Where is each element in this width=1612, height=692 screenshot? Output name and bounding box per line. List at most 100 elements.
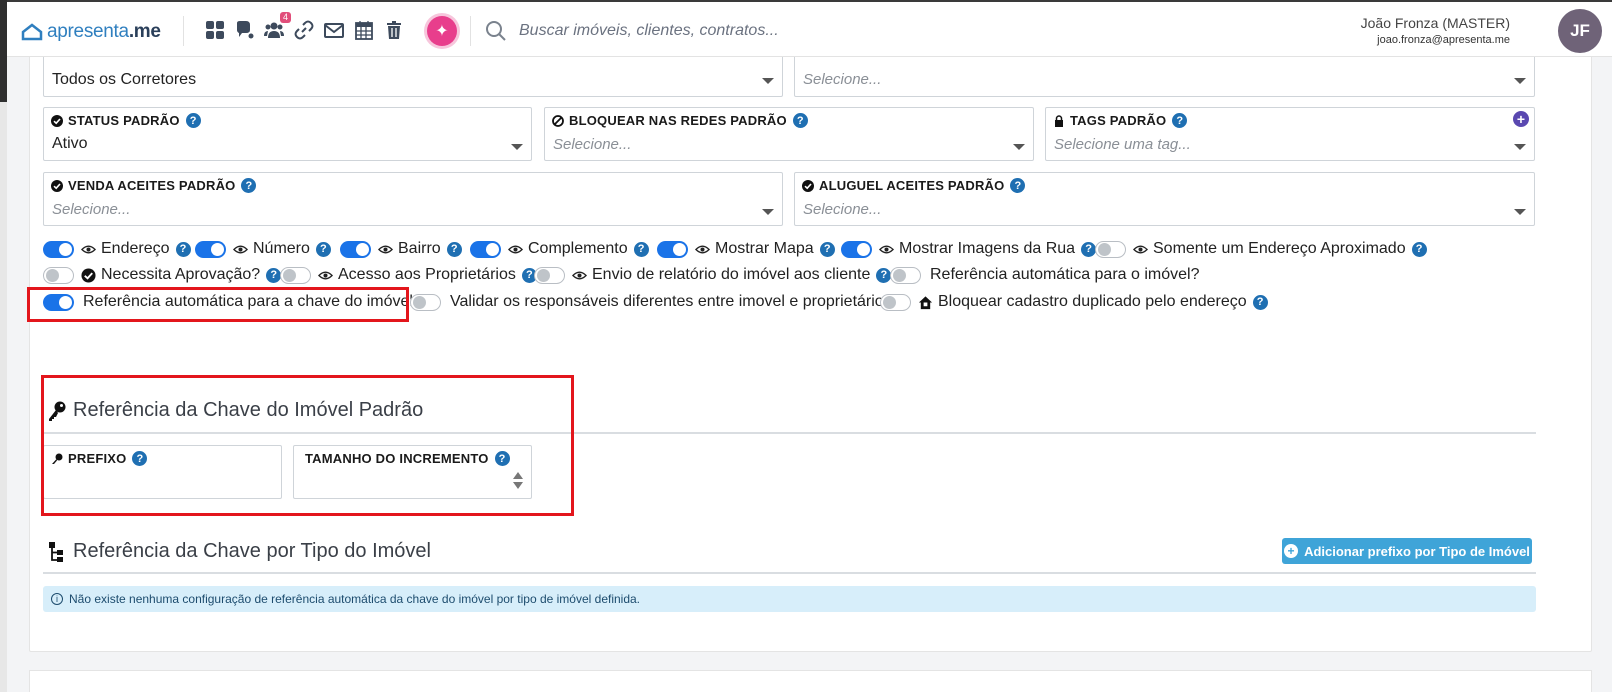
chevron-down-icon (1013, 144, 1025, 150)
help-icon[interactable]: ? (792, 113, 808, 128)
help-icon[interactable]: ? (1010, 178, 1026, 193)
help-icon[interactable]: ? (241, 178, 257, 193)
tags-padrao-placeholder: Selecione uma tag... (1054, 136, 1191, 153)
help-icon[interactable]: ? (1411, 241, 1427, 257)
add-prefix-button[interactable]: + Adicionar prefixo por Tipo de Imóvel (1282, 538, 1532, 564)
toggle-bloquear-duplicado[interactable]: Bloquear cadastro duplicado pelo endereç… (880, 293, 1268, 311)
switch[interactable] (534, 266, 565, 284)
help-icon[interactable]: ? (1081, 241, 1097, 257)
check-circle-icon (51, 114, 63, 127)
search-input[interactable] (519, 19, 939, 43)
brand-logo[interactable]: apresenta .me (21, 21, 161, 43)
chevron-down-icon (1514, 78, 1526, 84)
tags-padrao-select[interactable]: TAGS PADRÃO ? + Selecione uma tag... (1045, 107, 1535, 161)
divider (470, 16, 471, 46)
status-padrao-select[interactable]: STATUS PADRÃO ? Ativo (43, 107, 532, 161)
toggle-mostrar-mapa[interactable]: Mostrar Mapa ? (657, 240, 835, 258)
switch[interactable] (195, 240, 226, 258)
help-icon[interactable]: ? (266, 267, 282, 283)
help-icon[interactable]: ? (1172, 113, 1188, 128)
notification-badge: 4 (279, 12, 291, 23)
switch[interactable] (841, 240, 872, 258)
bloquear-redes-select[interactable]: BLOQUEAR NAS REDES PADRÃO ? Selecione... (544, 107, 1034, 161)
bloquear-redes-placeholder: Selecione... (553, 136, 632, 153)
divider (43, 572, 1536, 574)
toggle-label: Endereço (101, 240, 170, 257)
aluguel-aceites-label: ALUGUEL ACEITES PADRÃO ? (802, 178, 1026, 193)
toggle-numero[interactable]: Número ? (195, 240, 331, 258)
section-title-text: Referência da Chave por Tipo do Imóvel (73, 540, 431, 562)
toggle-complemento[interactable]: Complemento ? (470, 240, 649, 258)
toggle-referencia-imovel[interactable]: Referência automática para o imóvel? (890, 266, 1199, 284)
switch[interactable] (43, 266, 74, 284)
toggle-endereco-aproximado[interactable]: Somente um Endereço Aproximado ? (1095, 240, 1427, 258)
users-icon[interactable]: 4 (263, 12, 291, 41)
toggle-validar-responsaveis[interactable]: Validar os responsáveis diferentes entre… (410, 293, 893, 311)
magic-wand-button[interactable]: ✦ (427, 16, 457, 46)
toggle-label: Número (253, 240, 310, 257)
switch[interactable] (657, 240, 688, 258)
switch[interactable] (1095, 240, 1126, 258)
toggle-envio-relatorio[interactable]: Envio de relatório do imóvel aos cliente… (534, 266, 892, 284)
help-icon[interactable]: ? (1252, 294, 1268, 310)
search-icon[interactable] (485, 20, 507, 42)
switch[interactable] (470, 240, 501, 258)
section-title-chave-tipo: Referência da Chave por Tipo do Imóvel (47, 540, 431, 563)
help-icon[interactable]: ? (315, 241, 331, 257)
chevron-down-icon (511, 144, 523, 150)
home-lock-icon (918, 295, 933, 309)
toggle-label: Complemento (528, 240, 628, 257)
eye-icon (879, 245, 894, 253)
help-icon[interactable]: ? (175, 241, 191, 257)
add-tag-icon[interactable]: + (1513, 111, 1529, 127)
lock-icon (1055, 114, 1063, 127)
toggle-endereco[interactable]: Endereço ? (43, 240, 191, 258)
user-email: joao.fronza@apresenta.me (1377, 34, 1510, 46)
left-strip-dark (0, 0, 7, 102)
help-icon[interactable]: ? (633, 241, 649, 257)
toggle-bairro[interactable]: Bairro ? (340, 240, 462, 258)
link-icon[interactable] (293, 19, 315, 41)
trash-icon[interactable] (383, 19, 405, 41)
chat-icon[interactable] (233, 19, 255, 41)
switch[interactable] (340, 240, 371, 258)
eye-icon (318, 271, 333, 279)
switch[interactable] (410, 293, 441, 311)
avatar[interactable]: JF (1558, 9, 1602, 53)
switch[interactable] (43, 240, 74, 258)
switch[interactable] (280, 266, 311, 284)
switch[interactable] (880, 293, 911, 311)
toggle-label: Mostrar Imagens da Rua (899, 240, 1076, 257)
mail-icon[interactable] (323, 19, 345, 41)
next-card (29, 670, 1592, 692)
venda-aceites-select[interactable]: VENDA ACEITES PADRÃO ? Selecione... (43, 172, 783, 226)
calendar-icon[interactable] (353, 19, 375, 41)
info-alert: i Não existe nenhuma configuração de ref… (43, 586, 1536, 612)
comments-icon (237, 21, 254, 39)
eye-icon (378, 245, 393, 253)
eye-icon (508, 245, 523, 253)
toggle-label: Acesso aos Proprietários (338, 266, 516, 283)
sitemap-icon (49, 541, 63, 562)
help-icon[interactable]: ? (185, 113, 201, 128)
toggle-label: Envio de relatório do imóvel aos cliente (592, 266, 871, 283)
toggle-label: Somente um Endereço Aproximado (1153, 240, 1406, 257)
toggle-necessita-aprovacao[interactable]: Necessita Aprovação? ? (43, 266, 282, 284)
help-icon[interactable]: ? (446, 241, 462, 257)
toggle-acesso-proprietarios[interactable]: Acesso aos Proprietários ? (280, 266, 537, 284)
users-group-icon (264, 22, 284, 38)
chevron-down-icon (1514, 144, 1526, 150)
chevron-down-icon (762, 209, 774, 215)
ban-icon (552, 114, 564, 127)
toggle-imagens-rua[interactable]: Mostrar Imagens da Rua ? (841, 240, 1097, 258)
dashboard-icon[interactable] (204, 19, 226, 41)
add-prefix-label: Adicionar prefixo por Tipo de Imóvel (1304, 543, 1530, 559)
aluguel-aceites-select[interactable]: ALUGUEL ACEITES PADRÃO ? Selecione... (794, 172, 1535, 226)
help-icon[interactable]: ? (819, 241, 835, 257)
venda-aceites-label: VENDA ACEITES PADRÃO ? (51, 178, 257, 193)
check-circle-icon (81, 267, 96, 283)
user-name[interactable]: João Fronza (MASTER) (1361, 15, 1510, 31)
switch[interactable] (890, 266, 921, 284)
trash-bin-icon (387, 21, 401, 39)
grid-icon (206, 21, 224, 39)
